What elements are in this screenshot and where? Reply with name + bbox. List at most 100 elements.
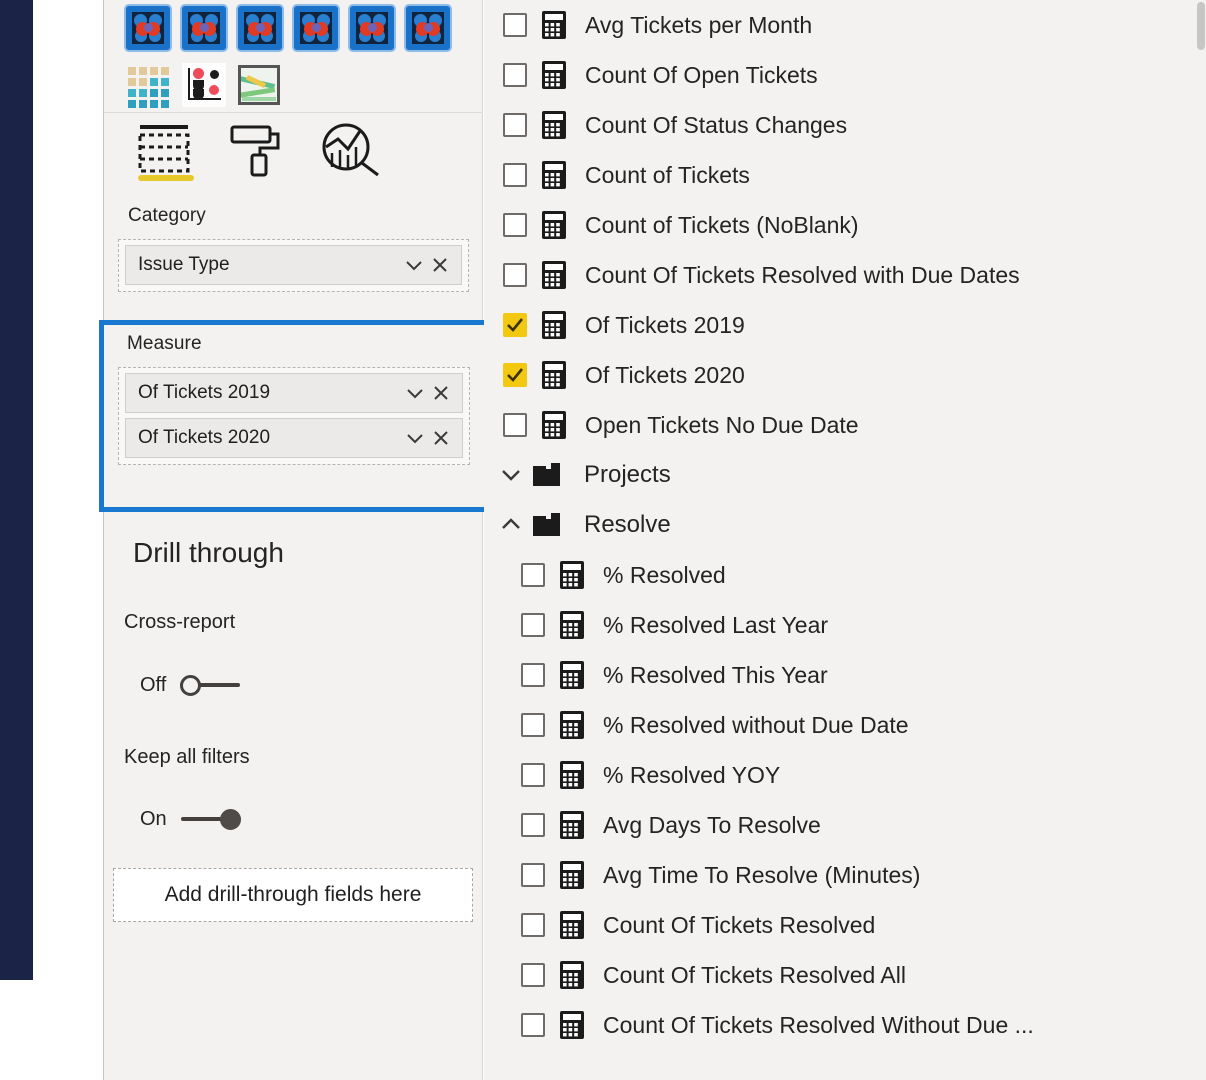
tab-analytics[interactable] (316, 117, 392, 187)
keep-all-filters-label: Keep all filters (124, 746, 250, 768)
field-checkbox[interactable] (521, 763, 545, 787)
measure-calculator-icon (541, 260, 567, 290)
well-category-dropzone[interactable]: Issue Type (118, 239, 469, 292)
field-checkbox[interactable] (521, 813, 545, 837)
field-item-label: Count Of Tickets Resolved All (603, 961, 906, 988)
close-icon[interactable] (427, 252, 453, 278)
measure-calculator-icon (559, 810, 585, 840)
field-checkbox[interactable] (521, 563, 545, 587)
image-chart-visual-icon[interactable] (238, 63, 282, 107)
field-folder-row[interactable]: Resolve (484, 500, 1206, 550)
field-checkbox[interactable] (521, 713, 545, 737)
well-category-label: Category (128, 205, 206, 226)
field-item-label: Count of Tickets (NoBlank) (585, 211, 859, 238)
field-list-item[interactable]: Of Tickets 2019 (484, 300, 1206, 350)
custom-visual-icon[interactable] (238, 6, 282, 50)
visualization-type-gallery (104, 0, 483, 112)
field-list-item[interactable]: % Resolved (484, 550, 1206, 600)
grid-matrix-visual-icon[interactable] (126, 63, 170, 108)
measure-calculator-icon (542, 311, 566, 339)
measure-calculator-icon (560, 711, 584, 739)
field-list-item[interactable]: % Resolved This Year (484, 650, 1206, 700)
measure-calculator-icon (560, 911, 584, 939)
measure-calculator-icon (560, 561, 584, 589)
field-checkbox[interactable] (521, 963, 545, 987)
field-list-item[interactable]: Open Tickets No Due Date (484, 400, 1206, 450)
field-item-label: Count Of Tickets Resolved with Due Dates (585, 261, 1020, 288)
field-list-item[interactable]: Count Of Tickets Resolved All (484, 950, 1206, 1000)
custom-visual-icon[interactable] (294, 6, 338, 50)
field-list-item[interactable]: Count of Tickets (NoBlank) (484, 200, 1206, 250)
field-item-label: % Resolved Last Year (603, 611, 829, 638)
field-checkbox[interactable] (503, 163, 527, 187)
field-list-item[interactable]: Count Of Tickets Resolved with Due Dates (484, 250, 1206, 300)
field-pill-label: Of Tickets 2019 (138, 382, 271, 403)
field-checkbox[interactable] (503, 213, 527, 237)
field-list-item[interactable]: Count Of Tickets Resolved Without Due ..… (484, 1000, 1206, 1050)
tab-format[interactable] (224, 117, 300, 187)
field-item-label: Avg Tickets per Month (585, 11, 813, 38)
close-icon[interactable] (428, 425, 454, 451)
field-checkbox[interactable] (503, 113, 527, 137)
field-item-label: Open Tickets No Due Date (585, 411, 859, 438)
field-checkbox[interactable] (503, 63, 527, 87)
field-item-label: Count Of Status Changes (585, 111, 848, 138)
chevron-down-icon[interactable] (401, 252, 427, 278)
keep-all-filters-toggle[interactable] (180, 806, 241, 832)
field-list-item[interactable]: Of Tickets 2020 (484, 350, 1206, 400)
chevron-down-icon[interactable] (496, 463, 528, 487)
field-pill[interactable]: Of Tickets 2019 (125, 373, 463, 413)
field-checkbox[interactable] (503, 313, 527, 337)
measure-calculator-icon (559, 960, 585, 990)
active-tab-indicator (138, 175, 194, 181)
close-icon[interactable] (428, 380, 454, 406)
field-checkbox[interactable] (521, 613, 545, 637)
field-checkbox[interactable] (521, 863, 545, 887)
chevron-down-icon[interactable] (402, 425, 428, 451)
drill-through-dropzone[interactable]: Add drill-through fields here (113, 868, 473, 922)
field-list-item[interactable]: Avg Tickets per Month (484, 0, 1206, 50)
tab-fields[interactable] (126, 117, 202, 187)
field-list-item[interactable]: Count Of Tickets Resolved (484, 900, 1206, 950)
field-pill[interactable]: Of Tickets 2020 (125, 418, 463, 458)
folder-icon (533, 463, 560, 486)
field-list-item[interactable]: Count of Tickets (484, 150, 1206, 200)
field-checkbox[interactable] (521, 1013, 545, 1037)
field-list-item[interactable]: % Resolved Last Year (484, 600, 1206, 650)
measure-calculator-icon (542, 161, 566, 189)
field-list-item[interactable]: Avg Time To Resolve (Minutes) (484, 850, 1206, 900)
well-measure-dropzone[interactable]: Of Tickets 2019 Of Tickets 2020 (118, 367, 470, 465)
field-folder-label: Projects (584, 461, 671, 488)
measure-calculator-icon (541, 360, 567, 390)
field-checkbox[interactable] (503, 263, 527, 287)
well-measure-label: Measure (127, 333, 202, 354)
dot-plot-visual-icon[interactable] (182, 63, 226, 107)
field-checkbox[interactable] (503, 13, 527, 37)
field-list-item[interactable]: % Resolved without Due Date (484, 700, 1206, 750)
custom-visual-icon[interactable] (182, 6, 226, 50)
custom-visual-icon[interactable] (126, 6, 170, 50)
field-checkbox[interactable] (521, 913, 545, 937)
field-checkbox[interactable] (503, 413, 527, 437)
field-list-item[interactable]: Count Of Status Changes (484, 100, 1206, 150)
field-folder-row[interactable]: Projects (484, 450, 1206, 500)
field-list-item[interactable]: Count Of Open Tickets (484, 50, 1206, 100)
field-pill[interactable]: Issue Type (125, 245, 462, 285)
measure-calculator-icon (559, 710, 585, 740)
fields-scrollbar-thumb[interactable] (1197, 2, 1205, 50)
chevron-down-icon[interactable] (402, 380, 428, 406)
field-checkbox[interactable] (521, 663, 545, 687)
chevron-up-icon[interactable] (496, 513, 528, 537)
field-list: Avg Tickets per Month Count Of Open Ticke… (484, 0, 1206, 1050)
field-list-item[interactable]: % Resolved YOY (484, 750, 1206, 800)
custom-visual-icon[interactable] (406, 6, 450, 50)
custom-visual-icon[interactable] (350, 6, 394, 50)
fields-table-icon (138, 125, 190, 173)
measure-calculator-icon (559, 760, 585, 790)
cross-report-toggle[interactable] (180, 672, 241, 698)
paint-roller-icon (230, 125, 280, 177)
measure-calculator-icon (560, 661, 584, 689)
fields-scrollbar-track[interactable] (1195, 0, 1206, 1080)
field-checkbox[interactable] (503, 363, 527, 387)
field-list-item[interactable]: Avg Days To Resolve (484, 800, 1206, 850)
